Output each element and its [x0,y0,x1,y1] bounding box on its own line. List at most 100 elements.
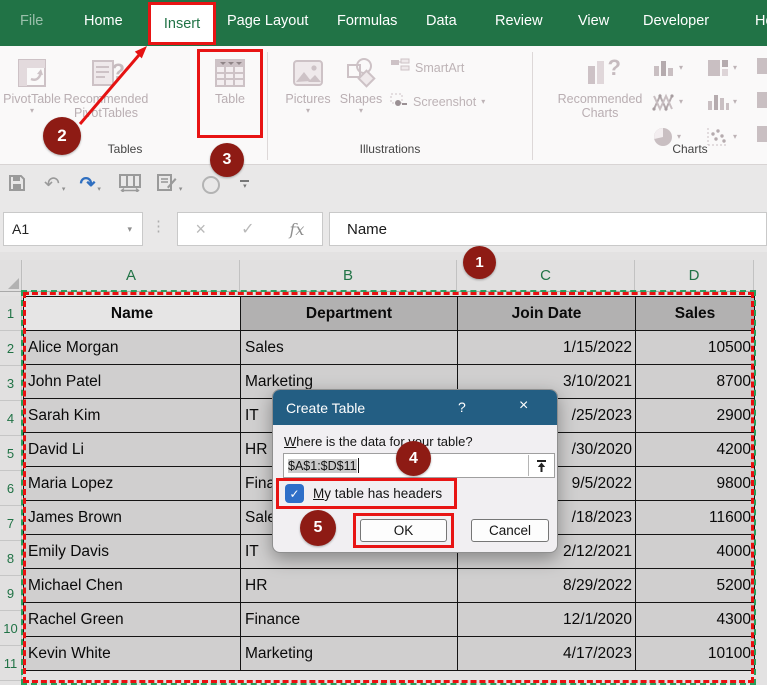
name-box[interactable]: A1 ▾ [3,212,143,246]
dialog-help-icon[interactable]: ? [458,399,466,415]
smartart-button[interactable]: SmartArt [390,58,464,77]
tab-file[interactable]: File [20,13,43,29]
cell[interactable]: Maria Lopez [24,467,241,501]
headers-checkbox-label[interactable]: My table has headers [313,486,442,501]
name-box-dropdown-icon[interactable]: ▾ [127,224,132,235]
insert-hierarchy-chart-button[interactable]: ▾ [706,58,737,78]
redo-icon[interactable]: ↷ [79,175,95,195]
dialog-title-bar[interactable]: Create Table [273,390,557,425]
cell[interactable]: HR [241,569,458,603]
row-header[interactable]: 7 [0,506,22,541]
cancel-icon[interactable]: × [196,219,207,240]
cell[interactable]: 12/1/2020 [458,603,636,637]
insert-histogram-chart-button[interactable]: ▾ [706,92,737,112]
recommended-charts-button[interactable]: ? Recommended Charts [556,54,644,120]
row-header[interactable]: 2 [0,331,22,366]
cell-a1[interactable]: Name [24,297,241,331]
tab-developer[interactable]: Developer [643,13,709,29]
qat-overflow-icon[interactable]: ▾ [240,180,249,190]
row-header[interactable]: 6 [0,471,22,506]
tab-home[interactable]: Home [84,13,123,29]
ok-button[interactable]: OK [360,519,447,542]
cell[interactable]: David Li [24,433,241,467]
tab-formulas[interactable]: Formulas [337,13,397,29]
insert-function-icon[interactable]: fx [290,220,305,239]
row-header[interactable]: 8 [0,541,22,576]
cell-b1[interactable]: Department [241,297,458,331]
cell[interactable]: Marketing [241,637,458,671]
cell[interactable]: Sales [241,331,458,365]
cancel-button[interactable]: Cancel [471,519,549,542]
insert-column-chart-button[interactable]: ▾ [652,58,683,78]
chevron-down-icon[interactable]: ▾ [481,97,485,107]
save-icon[interactable] [8,174,26,197]
tab-view[interactable]: View [578,13,609,29]
row-header[interactable]: 1 [0,296,22,331]
chevron-down-icon[interactable]: ▾ [179,185,183,193]
cell[interactable]: 10500 [636,331,755,365]
chevron-down-icon[interactable]: ▾ [359,106,363,116]
cell-c1[interactable]: Join Date [458,297,636,331]
shapes-button[interactable]: Shapes ▾ [336,54,386,116]
column-width-icon[interactable] [119,174,141,197]
formula-bar[interactable]: Name [329,212,767,246]
collapse-dialog-button[interactable] [528,455,553,476]
row-header[interactable]: 11 [0,646,22,681]
excel-window: File Home Page Layout Formulas Data Revi… [0,0,767,685]
cell[interactable]: Kevin White [24,637,241,671]
column-header-d[interactable]: D [635,260,754,292]
row-header[interactable]: 9 [0,576,22,611]
cell[interactable]: Finance [241,603,458,637]
tab-data[interactable]: Data [426,13,457,29]
cell[interactable]: James Brown [24,501,241,535]
cell-d1[interactable]: Sales [636,297,755,331]
cell[interactable]: Emily Davis [24,535,241,569]
cell[interactable]: 11600 [636,501,755,535]
recommended-pivottables-button[interactable]: ? Recommended PivotTables [60,54,152,120]
cell[interactable]: 2900 [636,399,755,433]
select-all-button[interactable] [0,260,22,292]
cell[interactable]: 8700 [636,365,755,399]
cell[interactable]: 9800 [636,467,755,501]
tab-page-layout[interactable]: Page Layout [227,13,308,29]
chevron-down-icon[interactable]: ▾ [62,185,66,193]
formula-bar-splitter-icon[interactable]: ⋮ [151,217,166,235]
tab-help[interactable]: Help [755,13,767,29]
pivottable-button[interactable]: PivotTable ▾ [4,54,60,116]
row-header[interactable]: 4 [0,401,22,436]
pivottable-icon [16,54,48,92]
cell[interactable]: 4000 [636,535,755,569]
chevron-down-icon[interactable]: ▾ [30,106,34,116]
cell[interactable]: 8/29/2022 [458,569,636,603]
cell[interactable]: 4/17/2023 [458,637,636,671]
chevron-down-icon[interactable]: ▾ [97,185,101,193]
tab-review[interactable]: Review [495,13,543,29]
column-header-a[interactable]: A [23,260,240,292]
form-edit-icon[interactable] [157,174,177,197]
row-header[interactable]: 10 [0,611,22,646]
chevron-down-icon[interactable]: ▾ [306,106,310,116]
enter-check-icon[interactable]: ✓ [241,219,254,239]
cell[interactable]: Michael Chen [24,569,241,603]
row-header[interactable]: 3 [0,366,22,401]
screenshot-button[interactable]: Screenshot ▾ [390,93,485,111]
row-header[interactable]: 5 [0,436,22,471]
cell[interactable]: 4300 [636,603,755,637]
tab-insert[interactable]: Insert [148,2,216,45]
insert-line-chart-button[interactable]: ▾ [652,92,683,112]
table-button[interactable]: Table [200,54,260,106]
cell[interactable]: 5200 [636,569,755,603]
cell[interactable]: 4200 [636,433,755,467]
undo-icon[interactable]: ↶ [44,175,60,195]
dialog-close-icon[interactable]: × [519,397,528,415]
pictures-button[interactable]: Pictures ▾ [282,54,334,116]
cell[interactable]: Alice Morgan [24,331,241,365]
cell[interactable]: Sarah Kim [24,399,241,433]
cell[interactable]: Rachel Green [24,603,241,637]
cell[interactable]: 10100 [636,637,755,671]
circle-shape-icon[interactable] [202,176,220,194]
cell[interactable]: John Patel [24,365,241,399]
column-header-b[interactable]: B [240,260,457,292]
cell[interactable]: 1/15/2022 [458,331,636,365]
my-table-has-headers-checkbox[interactable]: ✓ [285,484,304,503]
